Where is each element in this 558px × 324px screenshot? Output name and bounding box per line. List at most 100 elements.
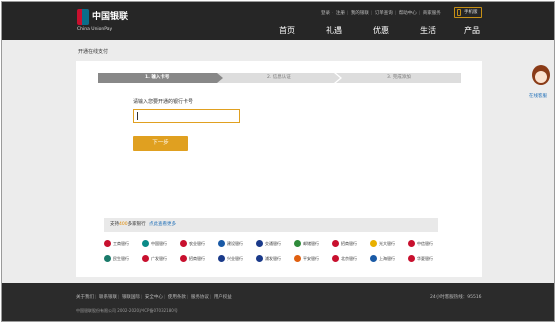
site-footer: 关于我们| 联系银联| 银联国际| 安全中心| 使用条款| 服务协议| 用户权益…	[2, 283, 554, 321]
page-title: 开通在线支付	[78, 49, 109, 55]
bank-icon	[142, 240, 149, 247]
bank-icon	[180, 240, 187, 247]
bank-name: 交通银行	[265, 241, 281, 246]
mobile-version-button[interactable]: 手机版	[454, 7, 482, 18]
separator: |	[186, 295, 189, 300]
separator: |	[346, 11, 349, 16]
footer-link-agreement[interactable]: 服务协议	[191, 295, 209, 300]
bank-logo[interactable]: 交通银行	[256, 239, 281, 248]
banks-prefix: 支持	[110, 222, 119, 227]
nav-home[interactable]: 首页	[279, 25, 295, 36]
card-number-label: 请输入您要开通的银行卡号	[133, 99, 194, 105]
separator: |	[418, 11, 421, 16]
logo-text-en: China UnionPay	[77, 27, 113, 32]
bank-name: 招商银行	[189, 256, 205, 261]
bank-logo[interactable]: 中信银行	[408, 239, 433, 248]
bank-logo[interactable]: 兴业银行	[218, 254, 243, 263]
bank-logo[interactable]: 平安银行	[294, 254, 319, 263]
bank-name: 民生银行	[113, 256, 129, 261]
bank-name: 建设银行	[227, 241, 243, 246]
nav-life[interactable]: 生活	[420, 25, 436, 36]
separator: |	[394, 11, 397, 16]
bank-name: 兴业银行	[227, 256, 243, 261]
bank-logo[interactable]: 建设银行	[218, 239, 243, 248]
footer-link-security[interactable]: 安全中心	[145, 295, 163, 300]
bank-icon	[180, 255, 187, 262]
bank-icon	[370, 240, 377, 247]
bank-name: 华夏银行	[417, 256, 433, 261]
online-service-label: 在线客服	[529, 94, 547, 99]
separator: ·	[332, 11, 334, 16]
bank-name: 招商银行	[341, 241, 357, 246]
help-center-link[interactable]: 帮助中心	[399, 11, 417, 16]
nav-gifts[interactable]: 礼遇	[326, 25, 342, 36]
copyright-text: 中国银联股份有限公司 2002-2020沪ICP备07032180号	[76, 308, 178, 313]
bank-logo[interactable]: 华夏银行	[408, 254, 433, 263]
bank-icon	[332, 240, 339, 247]
online-service-widget[interactable]: 在线客服	[528, 65, 554, 103]
bank-logo[interactable]: 招商银行	[180, 254, 205, 263]
bank-name: 工商银行	[113, 241, 129, 246]
footer-link-rights[interactable]: 用户权益	[214, 295, 232, 300]
separator: |	[209, 295, 212, 300]
bank-logo[interactable]: 邮储银行	[294, 239, 319, 248]
bank-logo[interactable]: 农业银行	[180, 239, 205, 248]
register-link[interactable]: 注册	[336, 11, 345, 16]
bank-icon	[256, 255, 263, 262]
next-step-button[interactable]: 下一步	[133, 136, 188, 151]
footer-link-international[interactable]: 银联国际	[122, 295, 140, 300]
step-3-label: 3. 完成添加	[387, 75, 411, 80]
supported-banks-header: 支持400多家银行 点此查看更多	[104, 218, 438, 232]
nav-products[interactable]: 产品	[464, 25, 480, 36]
merchant-service-link[interactable]: 商家服务	[423, 11, 441, 16]
bank-logo[interactable]: 浦发银行	[256, 254, 281, 263]
bank-icon	[256, 240, 263, 247]
bank-name: 上海银行	[379, 256, 395, 261]
bank-logo[interactable]: 上海银行	[370, 254, 395, 263]
step-2-label: 2. 信息认证	[267, 75, 291, 80]
order-query-link[interactable]: 订单查询	[375, 11, 393, 16]
my-unionpay-link[interactable]: 我的银联	[351, 11, 369, 16]
bank-icon	[104, 255, 111, 262]
bank-name: 农业银行	[189, 241, 205, 246]
bank-logo[interactable]: 北京银行	[332, 254, 357, 263]
bank-icon	[408, 255, 415, 262]
unionpay-logo-mark	[77, 9, 89, 25]
bank-name: 浦发银行	[265, 256, 281, 261]
site-header: 中国银联 China UnionPay 登录 · 注册 | 我的银联 | 订单查询 | …	[2, 2, 554, 40]
login-link[interactable]: 登录	[321, 11, 330, 16]
bank-name: 中国银行	[151, 241, 167, 246]
separator: |	[117, 295, 120, 300]
top-links: 登录 · 注册 | 我的银联 | 订单查询 | 帮助中心 | 商家服务	[321, 10, 442, 16]
bank-icon	[142, 255, 149, 262]
bank-logo[interactable]: 中国银行	[142, 239, 167, 248]
phone-icon	[457, 9, 461, 16]
bank-logo[interactable]: 招商银行	[332, 239, 357, 248]
bank-name: 北京银行	[341, 256, 357, 261]
separator: |	[140, 295, 143, 300]
bank-logo[interactable]: 广发银行	[142, 254, 167, 263]
footer-link-contact[interactable]: 联系银联	[99, 295, 117, 300]
card-number-input[interactable]	[133, 109, 240, 123]
bank-icon	[104, 240, 111, 247]
separator: |	[95, 295, 97, 300]
step-1-label: 1. 输入卡号	[145, 75, 170, 80]
nav-offers[interactable]: 优惠	[373, 25, 389, 36]
separator: |	[370, 11, 373, 16]
logo-text-cn: 中国银联	[92, 12, 129, 22]
progress-steps: 1. 输入卡号 2. 信息认证 3. 完成添加	[98, 73, 461, 83]
browser-viewport: 中国银联 China UnionPay 登录 · 注册 | 我的银联 | 订单查询 | …	[1, 1, 555, 322]
more-banks-link[interactable]: 点此查看更多	[149, 222, 176, 227]
bank-name: 平安银行	[303, 256, 319, 261]
bank-icon	[218, 240, 225, 247]
bank-icon	[294, 240, 301, 247]
bank-name: 广发银行	[151, 256, 167, 261]
footer-links: 关于我们| 联系银联| 银联国际| 安全中心| 使用条款| 服务协议| 用户权益	[76, 294, 232, 300]
footer-link-about[interactable]: 关于我们	[76, 295, 94, 300]
bank-logo[interactable]: 光大银行	[370, 239, 395, 248]
bank-logo[interactable]: 民生银行	[104, 254, 129, 263]
unionpay-logo[interactable]: 中国银联 China UnionPay	[77, 9, 139, 35]
bank-icon	[408, 240, 415, 247]
footer-link-terms[interactable]: 使用条款	[168, 295, 186, 300]
bank-logo[interactable]: 工商银行	[104, 239, 129, 248]
